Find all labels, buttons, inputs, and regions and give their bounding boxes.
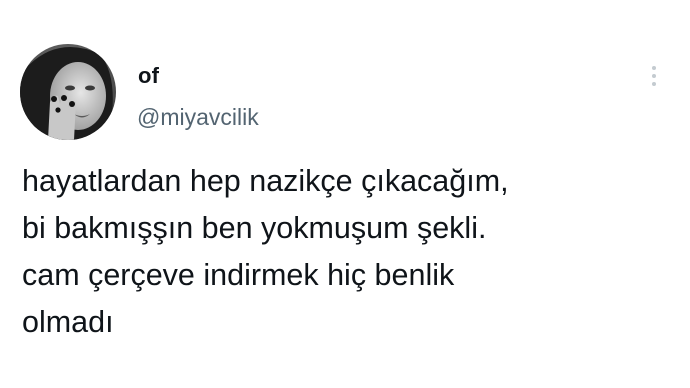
tweet-card: of @miyavcilik hayatlardan hep nazikçe ç…	[0, 0, 690, 388]
more-vertical-icon-dot	[652, 66, 656, 70]
tweet-text-line: cam çerçeve indirmek hiç benlik	[22, 258, 455, 292]
tweet-text: hayatlardan hep nazikçe çıkacağım, bi ba…	[22, 158, 672, 346]
more-vertical-icon-dot	[652, 82, 656, 86]
display-name[interactable]: of	[138, 63, 159, 89]
avatar[interactable]	[20, 44, 116, 140]
profile-photo-icon	[20, 44, 116, 140]
user-handle[interactable]: @miyavcilik	[137, 104, 259, 131]
more-options-button[interactable]	[642, 62, 666, 92]
more-vertical-icon-dot	[652, 74, 656, 78]
tweet-text-line: bi bakmışşın ben yokmuşum şekli.	[22, 211, 487, 245]
tweet-text-line: hayatlardan hep nazikçe çıkacağım,	[22, 164, 509, 198]
tweet-text-line: olmadı	[22, 305, 114, 339]
